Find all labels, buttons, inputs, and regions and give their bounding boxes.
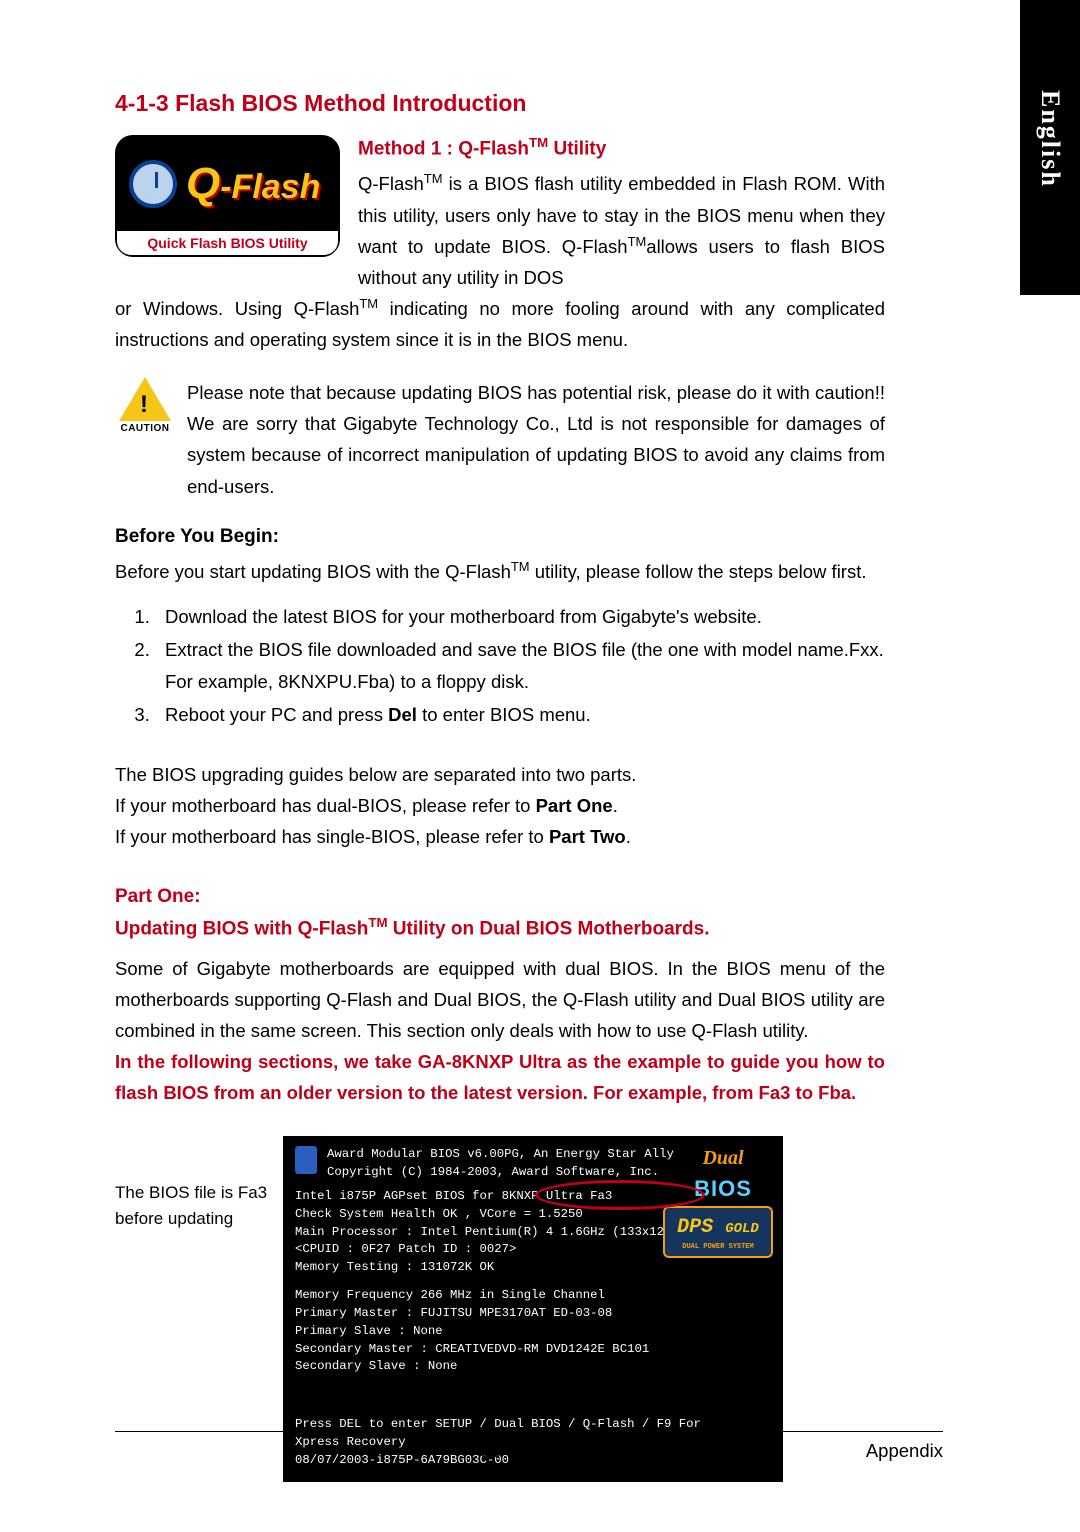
clock-icon <box>129 160 177 208</box>
part-one-body: Some of Gigabyte motherboards are equipp… <box>115 953 885 1046</box>
section-title: 4-1-3 Flash BIOS Method Introduction <box>115 90 885 117</box>
part-one-heading: Part One: Updating BIOS with Q-FlashTM U… <box>115 882 885 945</box>
bios-line: Secondary Master : CREATIVEDVD-RM DVD124… <box>295 1341 771 1359</box>
before-you-begin-heading: Before You Begin: <box>115 526 885 548</box>
method1-heading: Method 1 : Q-FlashTM Utility <box>358 135 885 160</box>
footer-section: Appendix <box>866 1440 943 1462</box>
language-tab: English <box>1020 0 1080 295</box>
bios-line: Memory Frequency 266 MHz in Single Chann… <box>295 1287 771 1305</box>
bios-line: Award Modular BIOS v6.00PG, An Energy St… <box>327 1146 674 1164</box>
page-number: - 55 - <box>469 1440 512 1462</box>
step-1: Download the latest BIOS for your mother… <box>155 601 885 632</box>
step-2: Extract the BIOS file downloaded and sav… <box>155 634 885 697</box>
bios-caption: The BIOS file is Fa3 before updating <box>115 1180 275 1231</box>
qflash-logo: Q-Flash Quick Flash BIOS Utility <box>115 135 340 257</box>
caution-text: Please note that because updating BIOS h… <box>187 377 885 501</box>
caution-icon: CAUTION <box>115 377 175 501</box>
bios-line: Primary Slave : None <box>295 1323 771 1341</box>
before-you-begin-text: Before you start updating BIOS with the … <box>115 556 885 587</box>
steps-list: Download the latest BIOS for your mother… <box>115 601 885 731</box>
page-footer: - 55 - Appendix <box>115 1431 943 1462</box>
bios-line: Primary Master : FUJITSU MPE3170AT ED-03… <box>295 1305 771 1323</box>
bios-post-screenshot: Dual BIOS DPS GOLD DUAL POWER SYSTEM Awa… <box>283 1136 783 1481</box>
qflash-logo-subtitle: Quick Flash BIOS Utility <box>117 231 338 255</box>
intro-paragraph-cont: or Windows. Using Q-FlashTM indicating n… <box>115 293 885 355</box>
page-content: 4-1-3 Flash BIOS Method Introduction Q-F… <box>0 0 1000 1482</box>
guides-intro: The BIOS upgrading guides below are sepa… <box>115 759 885 852</box>
dps-gold-logo: DPS GOLD DUAL POWER SYSTEM <box>663 1206 773 1258</box>
award-icon <box>295 1146 317 1174</box>
intro-paragraph-right: Q-FlashTM is a BIOS flash utility embedd… <box>358 168 885 293</box>
qflash-logo-text: Q-Flash <box>186 159 320 209</box>
bios-line: Copyright (C) 1984-2003, Award Software,… <box>327 1164 674 1182</box>
bios-line: Secondary Slave : None <box>295 1358 771 1376</box>
bios-line: Memory Testing : 131072K OK <box>295 1259 771 1277</box>
step-3: Reboot your PC and press Del to enter BI… <box>155 699 885 730</box>
dual-bios-logo: Dual BIOS <box>673 1144 773 1205</box>
part-one-emphasis: In the following sections, we take GA-8K… <box>115 1046 885 1108</box>
